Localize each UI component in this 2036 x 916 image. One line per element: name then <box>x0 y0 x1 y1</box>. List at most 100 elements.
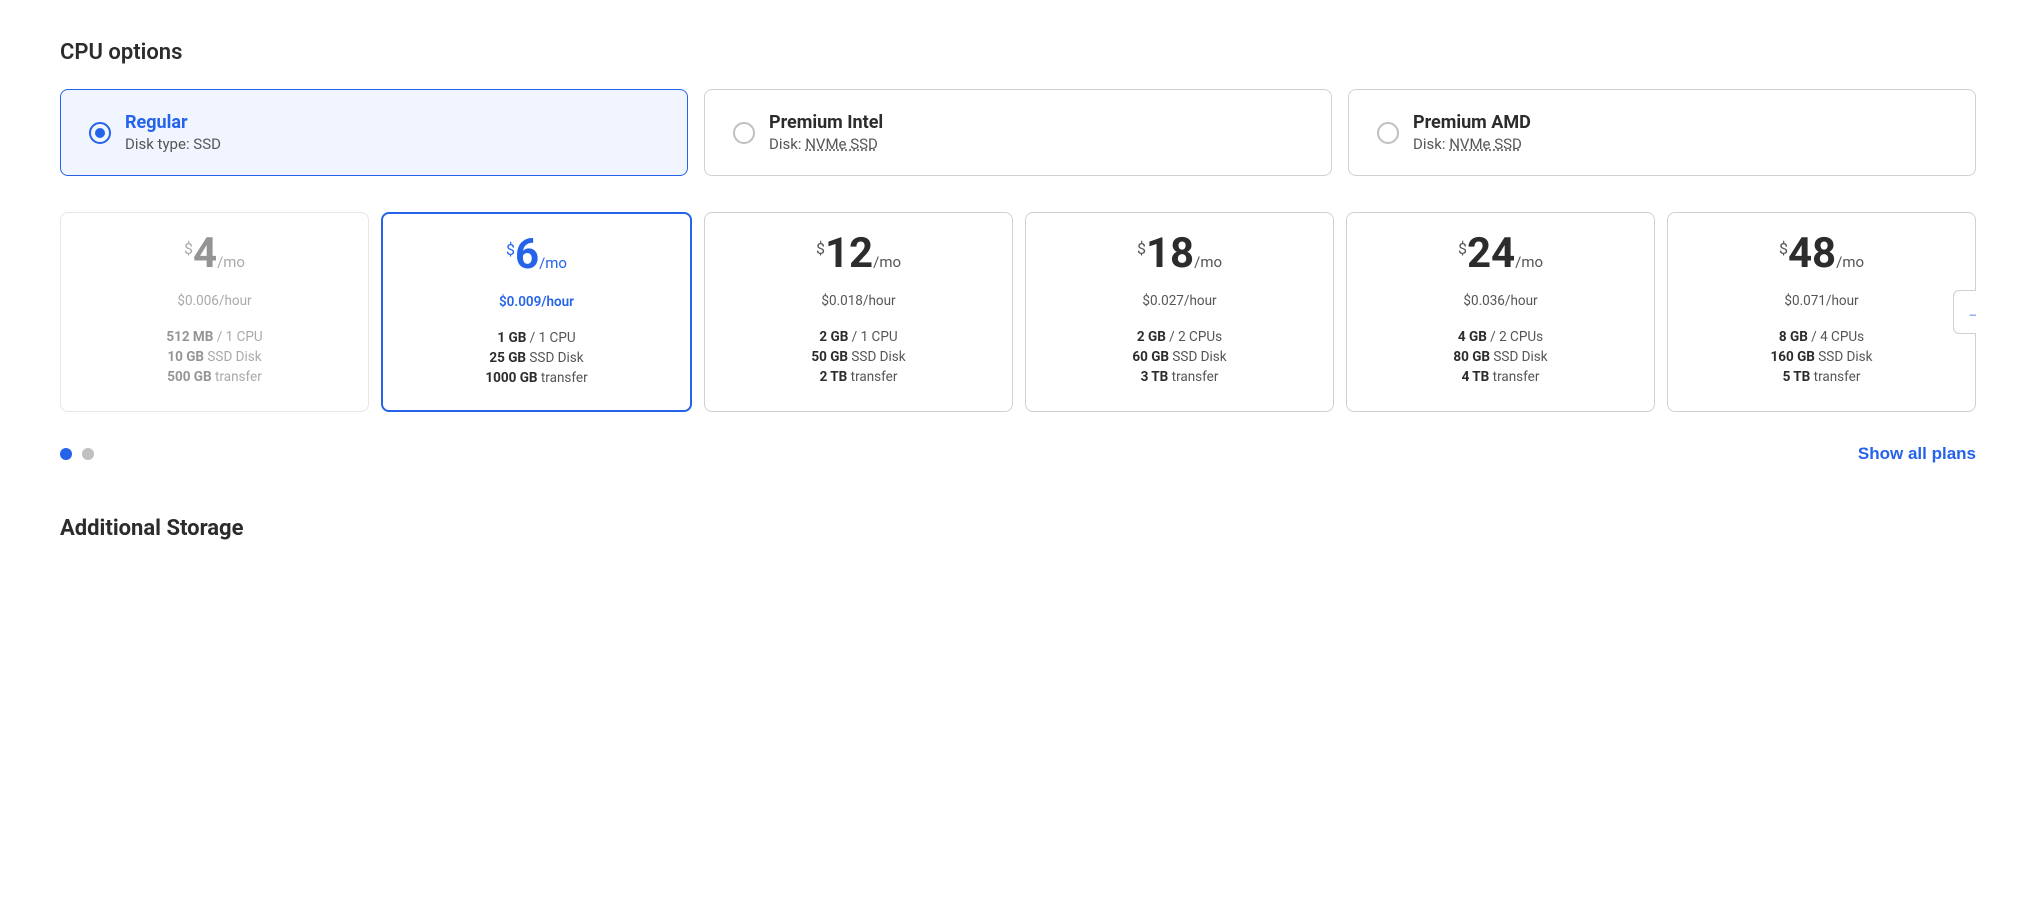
plan-6-per-mo: /mo <box>539 254 567 272</box>
plan-24-amount: 24 <box>1467 229 1515 278</box>
plan-24-cpu: 2 CPUs <box>1499 329 1543 345</box>
plan-24-transfer-size: 4 TB <box>1462 369 1490 385</box>
plan-12-transfer-size: 2 TB <box>820 369 848 385</box>
plan-24-disk-size: 80 GB <box>1453 349 1490 365</box>
plan-4-price: $4/mo <box>79 233 350 275</box>
plan-48-price: $48/mo <box>1686 233 1957 275</box>
plan-24-transfer: 4 TB transfer <box>1365 369 1636 385</box>
plan-12-disk-type: SSD Disk <box>851 349 905 365</box>
pagination-row: Show all plans <box>60 444 1976 464</box>
next-plans-button[interactable]: → <box>1953 290 1976 334</box>
plan-24-dollar: $ <box>1458 239 1467 258</box>
plan-18-price: $18/mo <box>1044 233 1315 275</box>
plan-24-price: $24/mo <box>1365 233 1636 275</box>
cpu-options-section: CPU options Regular Disk type: SSD Premi… <box>60 40 1976 541</box>
plan-24-ram: 4 GB <box>1458 329 1487 345</box>
plan-24-hourly: $0.036/hour <box>1365 293 1636 309</box>
plan-6-transfer: 1000 GB transfer <box>401 370 672 386</box>
plan-12-cpu: 1 CPU <box>861 329 898 345</box>
plan-6-disk-size: 25 GB <box>489 350 526 366</box>
plan-4-cpu: 1 CPU <box>226 329 263 345</box>
plan-48-specs: 8 GB / 4 CPUs 160 GB SSD Disk 5 TB trans… <box>1686 329 1957 385</box>
plan-18-ram: 2 GB <box>1137 329 1166 345</box>
right-arrow-icon: → <box>1966 302 1976 323</box>
radio-premium-intel <box>733 122 755 144</box>
section-title: CPU options <box>60 40 1976 65</box>
plan-card-12[interactable]: $12/mo $0.018/hour 2 GB / 1 CPU 50 GB SS… <box>704 212 1013 412</box>
plan-12-disk-size: 50 GB <box>811 349 848 365</box>
plan-12-dollar: $ <box>816 239 825 258</box>
plan-card-4[interactable]: $4/mo $0.006/hour 512 MB / 1 CPU 10 GB S… <box>60 212 369 412</box>
plan-48-disk-size: 160 GB <box>1771 349 1815 365</box>
plan-card-6[interactable]: $6/mo $0.009/hour 1 GB / 1 CPU 25 GB SSD… <box>381 212 692 412</box>
radio-regular <box>89 122 111 144</box>
plan-48-ram-cpu: 8 GB / 4 CPUs <box>1686 329 1957 345</box>
plan-48-disk: 160 GB SSD Disk <box>1686 349 1957 365</box>
cpu-option-regular[interactable]: Regular Disk type: SSD <box>60 89 688 176</box>
plan-4-ram: 512 MB <box>166 329 213 345</box>
pagination-dot-2[interactable] <box>82 448 94 460</box>
plan-6-transfer-size: 1000 GB <box>485 370 537 386</box>
radio-inner-regular <box>95 128 105 138</box>
plan-6-price: $6/mo <box>401 234 672 276</box>
cpu-option-regular-info: Regular Disk type: SSD <box>125 112 221 153</box>
plan-6-ram-cpu: 1 GB / 1 CPU <box>401 330 672 346</box>
plan-18-dollar: $ <box>1137 239 1146 258</box>
plan-48-dollar: $ <box>1779 239 1788 258</box>
plan-6-transfer-unit: transfer <box>541 370 588 386</box>
cpu-option-premium-amd-disk: Disk: NVMe SSD <box>1413 135 1531 153</box>
plan-6-disk: 25 GB SSD Disk <box>401 350 672 366</box>
plan-12-ram-cpu: 2 GB / 1 CPU <box>723 329 994 345</box>
plan-18-cpu: 2 CPUs <box>1178 329 1222 345</box>
plan-12-disk: 50 GB SSD Disk <box>723 349 994 365</box>
cpu-option-regular-disk: Disk type: SSD <box>125 135 221 153</box>
nvme-label-intel: NVMe SSD <box>805 135 878 153</box>
plan-12-amount: 12 <box>825 229 873 278</box>
cpu-option-premium-intel-name: Premium Intel <box>769 112 883 133</box>
plan-card-48[interactable]: $48/mo $0.071/hour 8 GB / 4 CPUs 160 GB … <box>1667 212 1976 412</box>
plan-6-ram: 1 GB <box>497 330 526 346</box>
plan-6-amount: 6 <box>515 230 539 279</box>
plan-6-dollar: $ <box>506 240 515 259</box>
cpu-option-premium-amd-name: Premium AMD <box>1413 112 1531 133</box>
plans-row: $4/mo $0.006/hour 512 MB / 1 CPU 10 GB S… <box>60 212 1976 412</box>
plans-container: $4/mo $0.006/hour 512 MB / 1 CPU 10 GB S… <box>60 212 1976 464</box>
plan-24-specs: 4 GB / 2 CPUs 80 GB SSD Disk 4 TB transf… <box>1365 329 1636 385</box>
plan-4-disk-type: SSD Disk <box>207 349 261 365</box>
plan-4-amount: 4 <box>193 229 217 278</box>
plan-12-price: $12/mo <box>723 233 994 275</box>
cpu-option-premium-intel[interactable]: Premium Intel Disk: NVMe SSD <box>704 89 1332 176</box>
plan-12-per-mo: /mo <box>873 253 901 271</box>
cpu-option-premium-intel-info: Premium Intel Disk: NVMe SSD <box>769 112 883 153</box>
cpu-option-premium-amd[interactable]: Premium AMD Disk: NVMe SSD <box>1348 89 1976 176</box>
plan-18-disk-type: SSD Disk <box>1172 349 1226 365</box>
plan-24-disk-type: SSD Disk <box>1493 349 1547 365</box>
plan-18-transfer-unit: transfer <box>1172 369 1219 385</box>
plan-12-transfer-unit: transfer <box>851 369 898 385</box>
plan-18-transfer: 3 TB transfer <box>1044 369 1315 385</box>
plan-4-specs: 512 MB / 1 CPU 10 GB SSD Disk 500 GB tra… <box>79 329 350 385</box>
plan-6-hourly: $0.009/hour <box>401 294 672 310</box>
plan-12-transfer: 2 TB transfer <box>723 369 994 385</box>
pagination-dot-1[interactable] <box>60 448 72 460</box>
plan-18-disk-size: 60 GB <box>1132 349 1169 365</box>
plan-card-18[interactable]: $18/mo $0.027/hour 2 GB / 2 CPUs 60 GB S… <box>1025 212 1334 412</box>
plan-6-disk-type: SSD Disk <box>529 350 583 366</box>
plan-4-transfer: 500 GB transfer <box>79 369 350 385</box>
plan-48-transfer-size: 5 TB <box>1783 369 1811 385</box>
plan-48-disk-type: SSD Disk <box>1818 349 1872 365</box>
plan-4-transfer-unit: transfer <box>215 369 262 385</box>
plan-18-per-mo: /mo <box>1194 253 1222 271</box>
plan-12-specs: 2 GB / 1 CPU 50 GB SSD Disk 2 TB transfe… <box>723 329 994 385</box>
plan-12-hourly: $0.018/hour <box>723 293 994 309</box>
cpu-option-regular-name: Regular <box>125 112 221 133</box>
plan-4-dollar: $ <box>184 239 193 258</box>
plan-card-24[interactable]: $24/mo $0.036/hour 4 GB / 2 CPUs 80 GB S… <box>1346 212 1655 412</box>
cpu-options-group: Regular Disk type: SSD Premium Intel Dis… <box>60 89 1976 176</box>
plan-24-transfer-unit: transfer <box>1493 369 1540 385</box>
plan-48-hourly: $0.071/hour <box>1686 293 1957 309</box>
show-all-plans-button[interactable]: Show all plans <box>1858 444 1976 464</box>
plan-4-disk: 10 GB SSD Disk <box>79 349 350 365</box>
plan-6-cpu: 1 CPU <box>539 330 576 346</box>
plan-24-per-mo: /mo <box>1515 253 1543 271</box>
